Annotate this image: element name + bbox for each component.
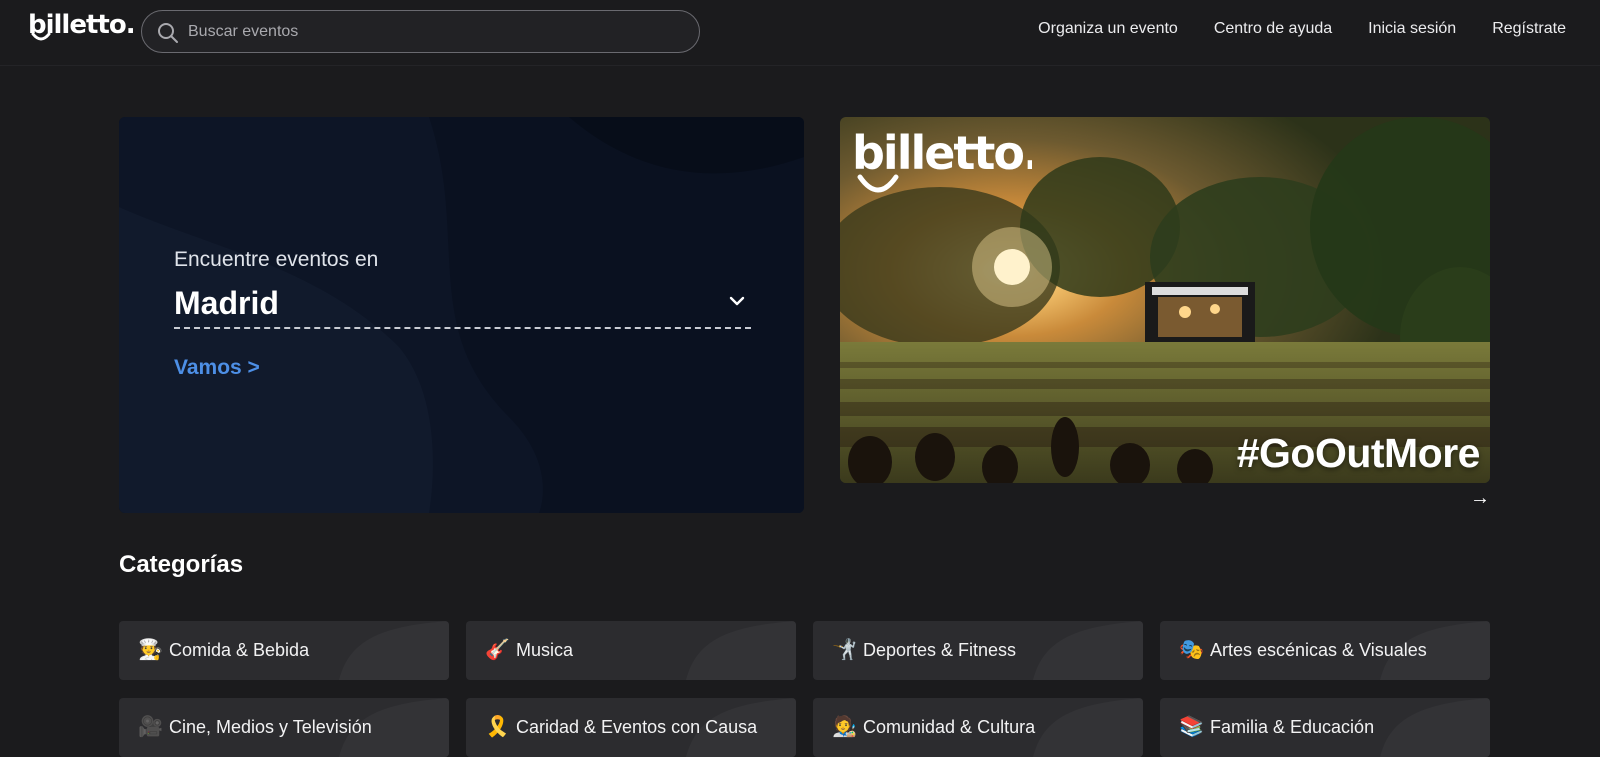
- ribbon-icon: 🎗️: [485, 716, 510, 738]
- card-decoration: [1033, 621, 1143, 680]
- search-bar[interactable]: [141, 10, 700, 53]
- books-icon: 📚: [1179, 716, 1204, 738]
- category-family-education[interactable]: 📚 Familia & Educación: [1160, 698, 1490, 757]
- chevron-down-icon: [729, 296, 745, 306]
- artist-icon: 🧑‍🎨: [832, 716, 857, 738]
- nav-register[interactable]: Regístrate: [1492, 20, 1566, 38]
- category-label: Deportes & Fitness: [863, 640, 1017, 660]
- movie-camera-icon: 🎥: [138, 716, 163, 738]
- header-nav: Organiza un evento Centro de ayuda Inici…: [1038, 20, 1566, 38]
- card-decoration: [1380, 698, 1490, 757]
- banner-tagline: #GoOutMore: [1236, 430, 1481, 476]
- category-label: Comunidad & Cultura: [863, 717, 1036, 737]
- search-icon: [158, 23, 178, 43]
- category-music[interactable]: 🎸 Musica: [466, 621, 796, 680]
- promo-banner[interactable]: billetto. #GoOutMore: [840, 117, 1490, 483]
- banner-logo-text: billetto.: [852, 126, 1032, 180]
- city-dropdown[interactable]: Madrid: [174, 285, 751, 329]
- city-finder-panel: Encuentre eventos en Madrid Vamos >: [119, 117, 804, 513]
- category-performing-visual-arts[interactable]: 🎭 Artes escénicas & Visuales: [1160, 621, 1490, 680]
- card-decoration: [686, 621, 796, 680]
- search-input[interactable]: [188, 11, 678, 52]
- fencer-icon: 🤺: [832, 639, 857, 661]
- categories-heading: Categorías: [119, 551, 244, 578]
- banner-next-arrow-icon[interactable]: →: [1470, 487, 1490, 510]
- card-decoration: [339, 621, 449, 680]
- category-film-media-tv[interactable]: 🎥 Cine, Medios y Televisión: [119, 698, 449, 757]
- guitar-icon: 🎸: [485, 639, 510, 661]
- category-label: Caridad & Eventos con Causa: [516, 717, 758, 737]
- category-label: Familia & Educación: [1210, 717, 1375, 737]
- billetto-banner-logo-icon: billetto.: [852, 126, 1032, 193]
- category-charity-causes[interactable]: 🎗️ Caridad & Eventos con Causa: [466, 698, 796, 757]
- find-events-label: Encuentre eventos en: [174, 248, 379, 271]
- selected-city: Madrid: [174, 285, 279, 321]
- top-navigation-bar: billetto. Organiza un evento Centro de a…: [0, 0, 1600, 66]
- category-community-culture[interactable]: 🧑‍🎨 Comunidad & Cultura: [813, 698, 1143, 757]
- category-label: Cine, Medios y Televisión: [169, 717, 372, 737]
- banner-logo: billetto.: [852, 123, 1032, 203]
- nav-help-center[interactable]: Centro de ayuda: [1214, 20, 1332, 38]
- category-label: Artes escénicas & Visuales: [1210, 640, 1427, 660]
- category-sports-fitness[interactable]: 🤺 Deportes & Fitness: [813, 621, 1143, 680]
- theater-masks-icon: 🎭: [1179, 639, 1204, 661]
- go-button[interactable]: Vamos >: [174, 356, 260, 380]
- logo-smile-icon: [31, 32, 51, 41]
- card-decoration: [1033, 698, 1143, 757]
- category-label: Comida & Bebida: [169, 640, 310, 660]
- category-label: Musica: [516, 640, 574, 660]
- nav-login[interactable]: Inicia sesión: [1368, 20, 1456, 38]
- category-food-drink[interactable]: 🧑‍🍳 Comida & Bebida: [119, 621, 449, 680]
- chef-icon: 🧑‍🍳: [138, 639, 163, 661]
- billetto-logo[interactable]: billetto.: [28, 10, 136, 54]
- nav-organize-event[interactable]: Organiza un evento: [1038, 20, 1178, 38]
